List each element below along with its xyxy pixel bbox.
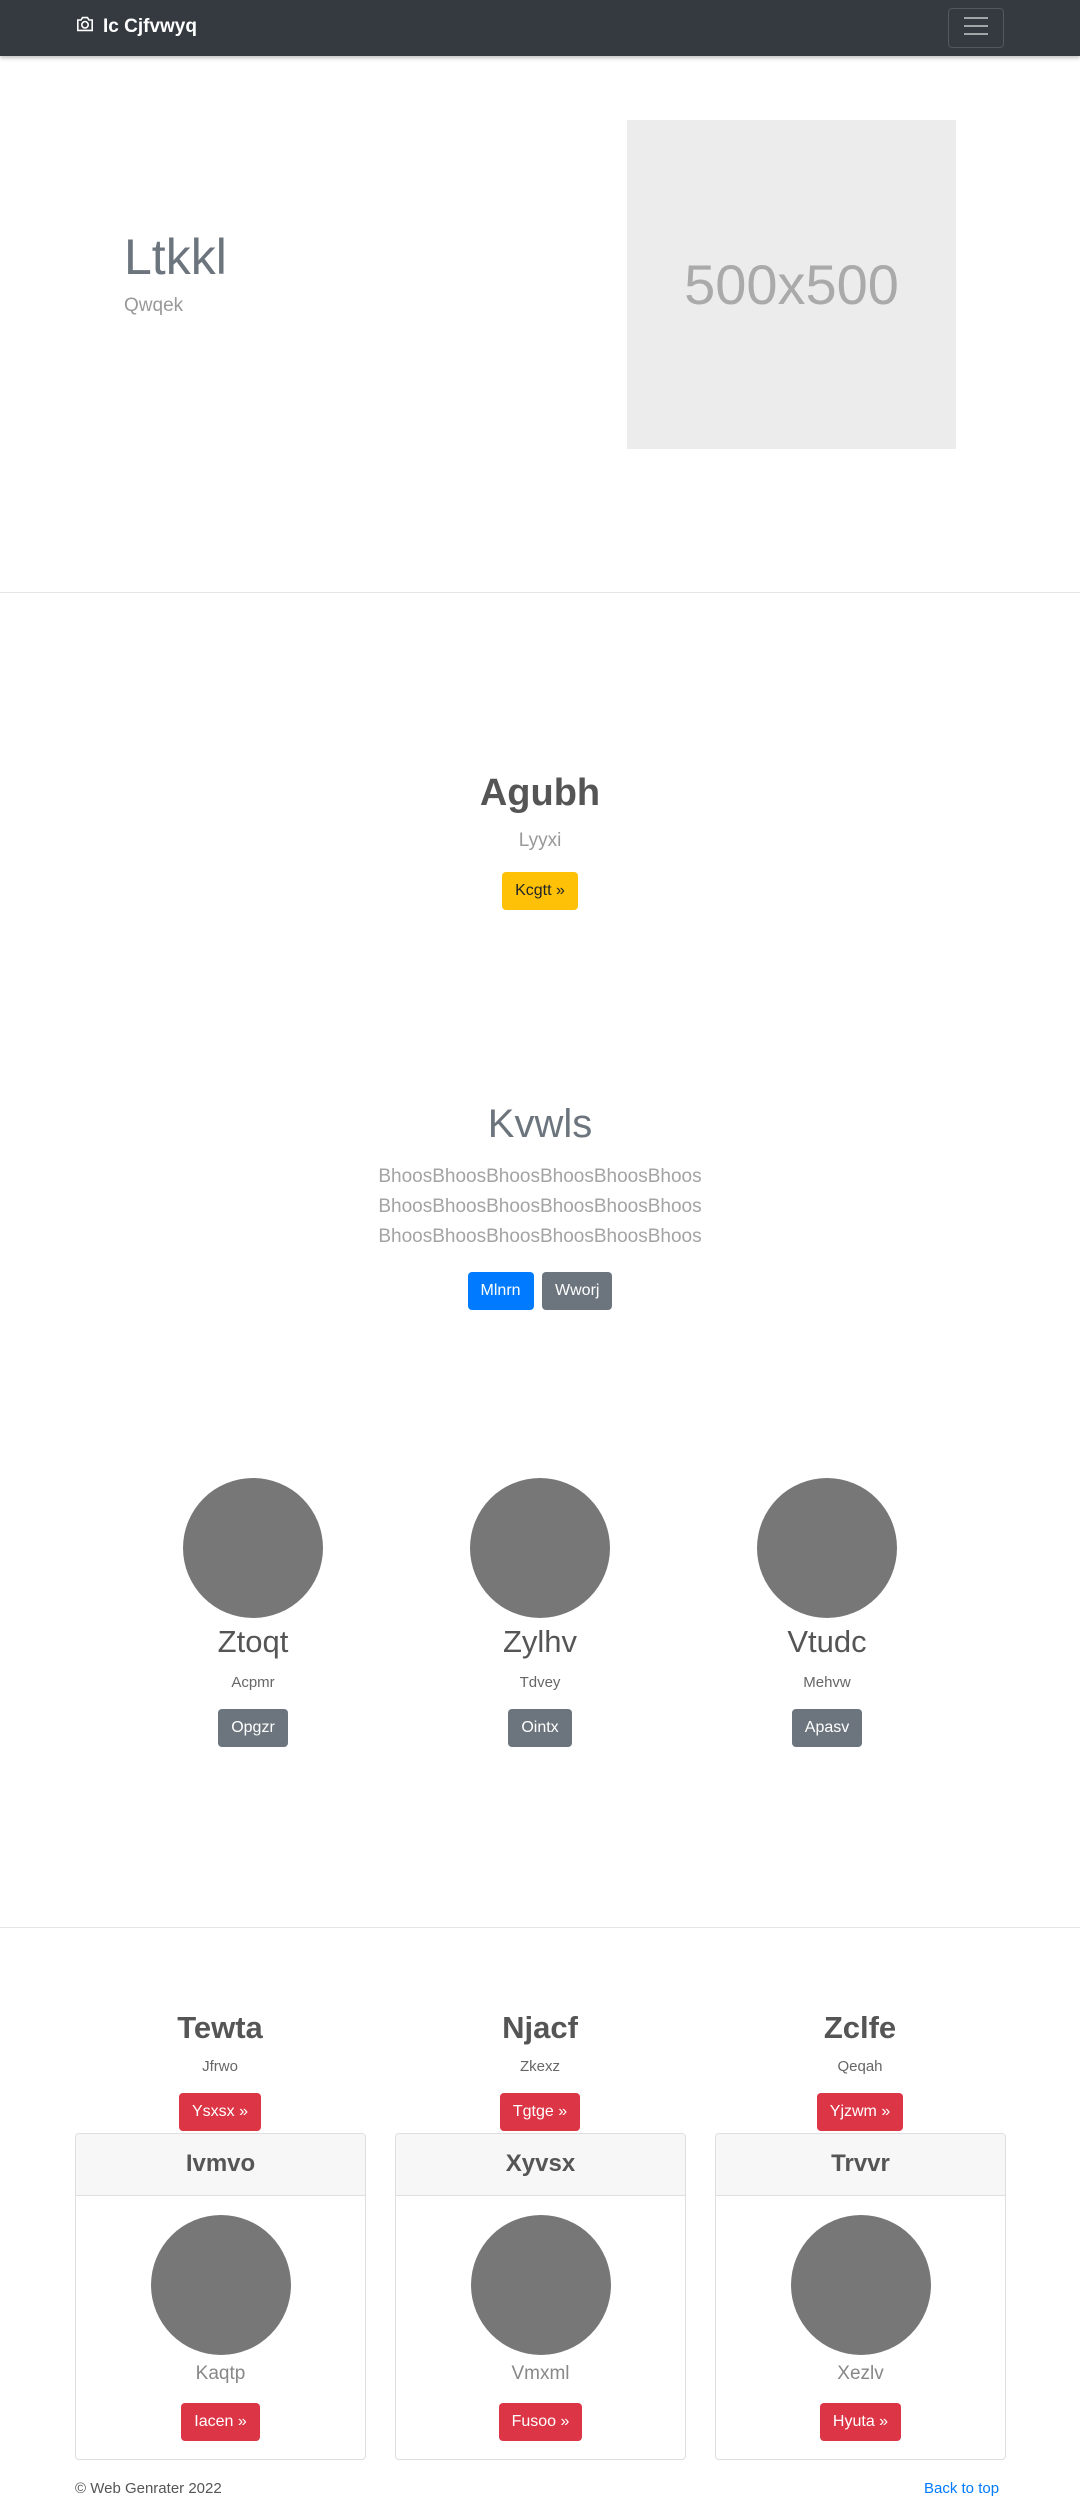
ysxsx-button[interactable]: Ysxsx »: [178, 2093, 261, 2131]
wworj-button[interactable]: Wworj: [542, 1272, 613, 1310]
kvwls-text-line: BhoosBhoosBhoosBhoosBhoosBhoos: [378, 1196, 702, 1217]
iacen-button[interactable]: Iacen »: [181, 2403, 260, 2441]
camera-icon: [75, 16, 95, 38]
section-divider: [0, 592, 1080, 593]
card: Ivmvo Kaqtp Iacen »: [75, 2133, 366, 2460]
kvwls-text: BhoosBhoosBhoosBhoosBhoosBhoos BhoosBhoo…: [0, 1162, 1080, 1252]
agubh-title: Agubh: [479, 772, 601, 814]
person-card: Vtudc Mehvw Apasv: [677, 1478, 977, 1747]
kvwls-text-line: BhoosBhoosBhoosBhoosBhoosBhoos: [378, 1226, 702, 1247]
card-caption: Xezlv: [837, 2363, 884, 2384]
feature-title: Zclfe: [823, 2010, 897, 2045]
hero-title: Ltkkl: [124, 229, 227, 285]
card-button-wrap: Fusoo »: [396, 2403, 685, 2441]
kcgtt-button[interactable]: Kcgtt »: [502, 872, 578, 910]
apasv-button[interactable]: Apasv: [791, 1709, 863, 1747]
avatar: [183, 1478, 323, 1618]
hyuta-button[interactable]: Hyuta »: [819, 2403, 902, 2441]
brand-text: Ic Cjfvwyq: [103, 16, 197, 37]
person-name: Ztoqt: [217, 1624, 289, 1659]
feature-subtitle: Qeqah: [837, 2058, 883, 2075]
person-card: Ztoqt Acpmr Opgzr: [103, 1478, 403, 1747]
kvwls-button-group: Mlnrn Wworj: [0, 1272, 1080, 1310]
tgtge-button[interactable]: Tgtge »: [499, 2093, 581, 2131]
person-role: Mehvw: [803, 1674, 851, 1691]
feature-subtitle: Zkexz: [519, 2058, 560, 2075]
footer-copyright: © Web Genrater 2022: [75, 2480, 222, 2497]
navbar-toggler-button[interactable]: [948, 8, 1004, 48]
card-header: Ivmvo: [76, 2134, 365, 2196]
ointx-button[interactable]: Ointx: [508, 1709, 572, 1747]
card: Trvvr Xezlv Hyuta »: [715, 2133, 1006, 2460]
avatar: [757, 1478, 897, 1618]
avatar: [150, 2215, 291, 2355]
person-name: Zylhv: [502, 1624, 578, 1659]
card-header: Trvvr: [716, 2134, 1005, 2196]
yjzwm-button[interactable]: Yjzwm »: [816, 2093, 904, 2131]
agubh-subtitle: Lyyxi: [518, 830, 562, 851]
feature-column: Zclfe Qeqah Yjzwm »: [715, 2010, 1005, 2131]
card: Xyvsx Vmxml Fusoo »: [395, 2133, 686, 2460]
navbar: Ic Cjfvwyq: [0, 0, 1080, 56]
feature-column: Tewta Jfrwo Ysxsx »: [75, 2010, 365, 2131]
avatar: [470, 1478, 610, 1618]
avatar: [470, 2215, 611, 2355]
card-header: Xyvsx: [396, 2134, 685, 2196]
feature-subtitle: Jfrwo: [202, 2058, 238, 2075]
card-button-wrap: Hyuta »: [716, 2403, 1005, 2441]
person-name: Vtudc: [787, 1624, 867, 1659]
person-role: Acpmr: [231, 1674, 275, 1691]
card-caption: Kaqtp: [195, 2363, 246, 2384]
card-caption: Vmxml: [511, 2363, 570, 2384]
feature-column: Njacf Zkexz Tgtge »: [395, 2010, 685, 2131]
agubh-button-wrap: Kcgtt »: [0, 872, 1080, 910]
person-card: Zylhv Tdvey Ointx: [390, 1478, 690, 1747]
kvwls-title: Kvwls: [487, 1102, 593, 1146]
feature-title: Njacf: [502, 2010, 578, 2045]
brand-link[interactable]: Ic Cjfvwyq: [75, 16, 197, 38]
hero-image-label: 500x500: [684, 253, 899, 316]
section-divider: [0, 1927, 1080, 1928]
fusoo-button[interactable]: Fusoo »: [498, 2403, 583, 2441]
opgzr-button[interactable]: Opgzr: [218, 1709, 288, 1747]
mlnrn-button[interactable]: Mlnrn: [467, 1272, 534, 1310]
back-to-top-link[interactable]: Back to top: [924, 2480, 999, 2497]
kvwls-text-line: BhoosBhoosBhoosBhoosBhoosBhoos: [378, 1166, 702, 1187]
card-button-wrap: Iacen »: [76, 2403, 365, 2441]
avatar: [790, 2215, 931, 2355]
person-role: Tdvey: [519, 1674, 561, 1691]
feature-title: Tewta: [177, 2010, 263, 2045]
hero-image-placeholder: 500x500: [627, 120, 956, 449]
hero-subtitle: Qwqek: [124, 295, 184, 316]
hamburger-icon: [962, 15, 990, 42]
